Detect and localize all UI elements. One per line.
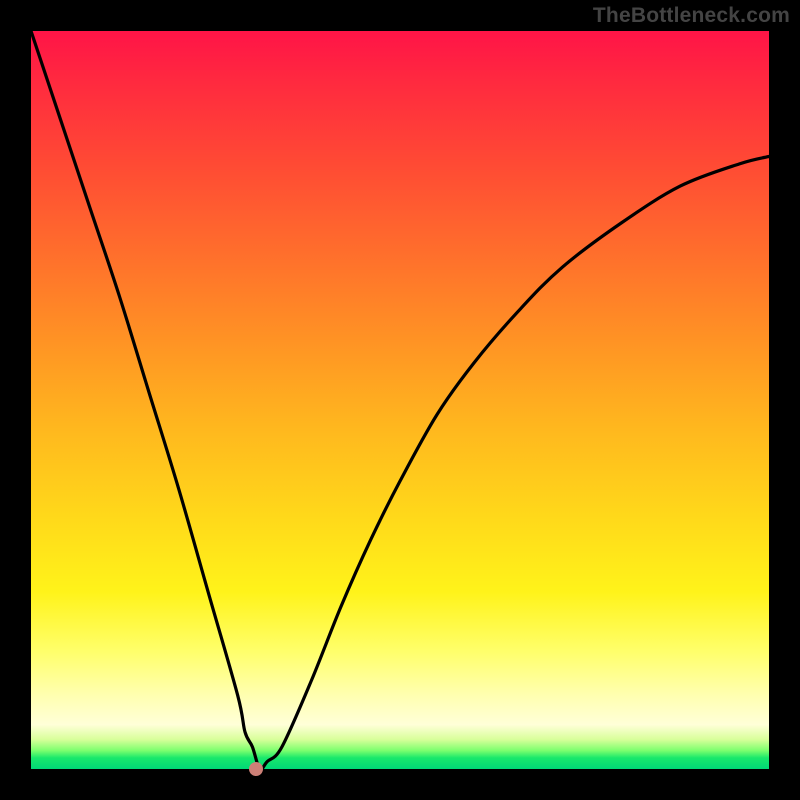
bottleneck-curve <box>31 31 769 769</box>
chart-frame: TheBottleneck.com <box>0 0 800 800</box>
plot-area <box>31 31 769 769</box>
minimum-marker <box>249 762 263 776</box>
watermark-text: TheBottleneck.com <box>593 4 790 28</box>
